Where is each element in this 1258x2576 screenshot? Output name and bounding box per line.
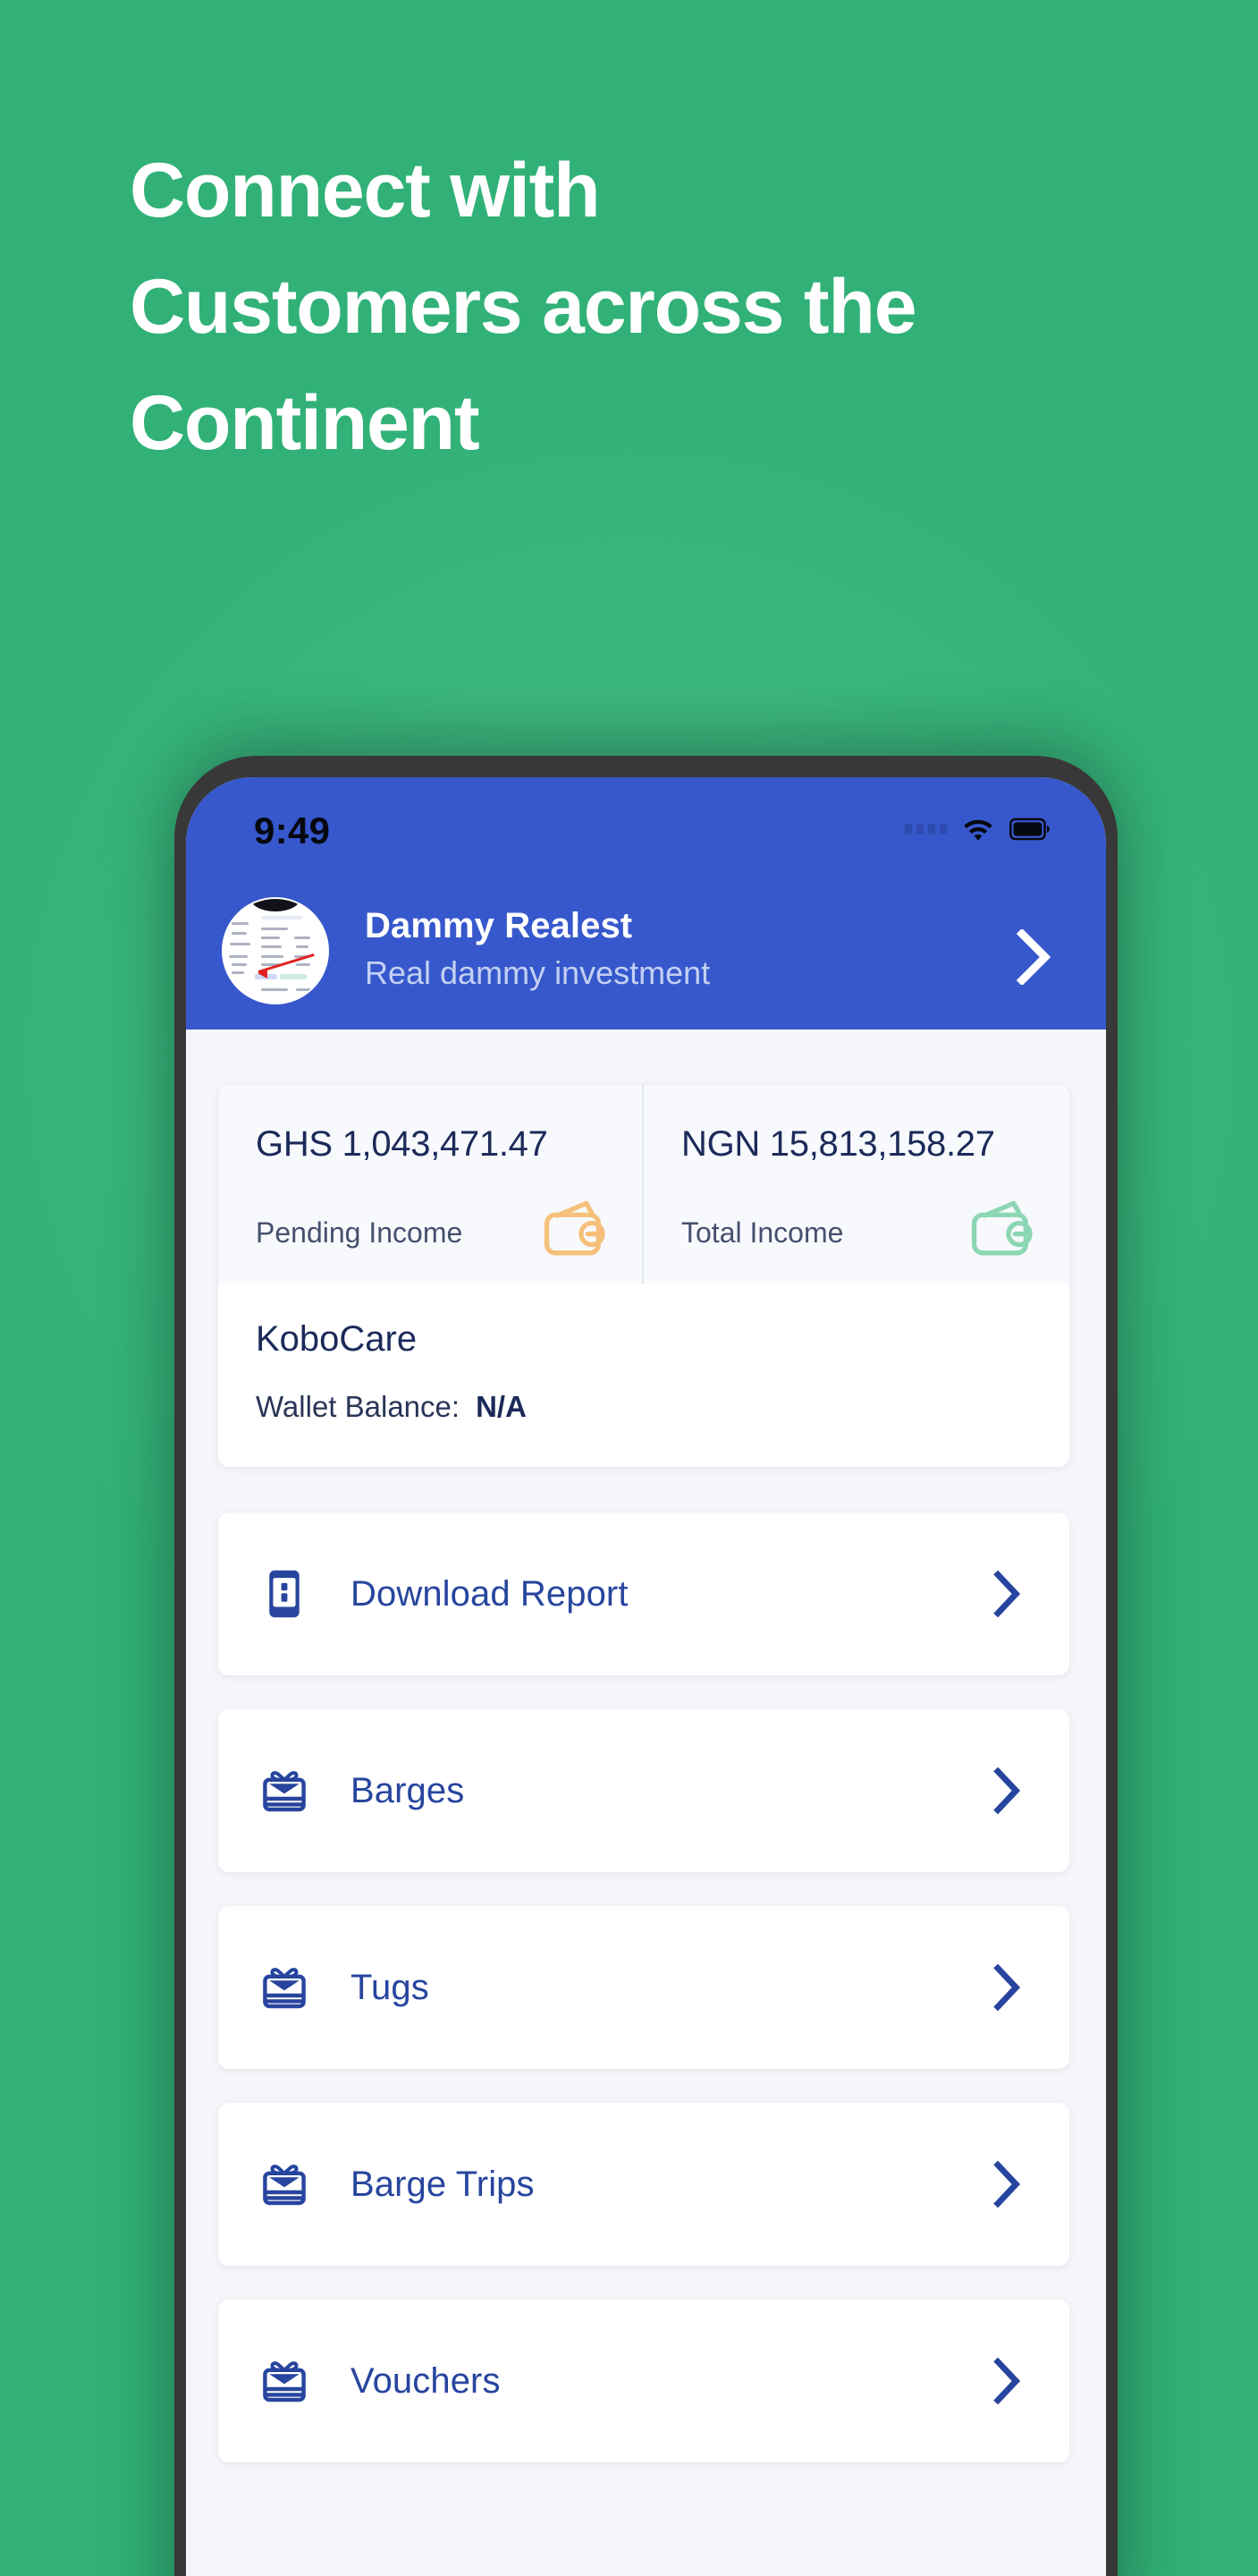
pending-income-cell[interactable]: GHS 1,043,471.47 Pending Income (218, 1085, 644, 1284)
gift-voucher-icon (261, 1965, 308, 2010)
mobile-report-icon (261, 1568, 308, 1620)
chevron-right-icon[interactable] (1013, 929, 1056, 985)
menu-item-tugs[interactable]: Tugs (218, 1906, 1069, 2069)
chevron-right-icon[interactable] (991, 1964, 1023, 2011)
kobocare-title: KoboCare (256, 1319, 418, 1359)
status-bar-icons (905, 816, 1051, 843)
wallet-icon (544, 1200, 605, 1256)
wallet-balance-value: N/A (476, 1390, 527, 1423)
kobocare-section: KoboCare Wallet Balance: N/A (218, 1284, 1069, 1467)
total-income-amount: NGN 15,813,158.27 (681, 1124, 995, 1164)
menu-item-label: Vouchers (350, 2360, 501, 2401)
gift-voucher-icon (261, 2162, 308, 2207)
phone-screen: 9:49 Dammy Realest Real dammy investment… (186, 777, 1106, 2576)
signal-dots-icon (905, 824, 947, 835)
gift-voucher-icon (261, 2359, 308, 2403)
phone-device-frame: 9:49 Dammy Realest Real dammy investment… (174, 756, 1118, 2576)
gift-voucher-icon (261, 1768, 308, 1813)
chevron-right-icon[interactable] (991, 2161, 1023, 2207)
menu-item-label: Tugs (350, 1967, 429, 2007)
wallet-balance-label: Wallet Balance: (256, 1390, 460, 1423)
dashboard-body: GHS 1,043,471.47 Pending Income NGN 15,8… (186, 1030, 1106, 2576)
menu-item-label: Barge Trips (350, 2164, 535, 2204)
profile-subtitle: Real dammy investment (365, 954, 711, 991)
battery-full-icon (1009, 818, 1050, 841)
kobocare-balance-row: Wallet Balance: N/A (256, 1390, 1032, 1424)
menu-item-barge-trips[interactable]: Barge Trips (218, 2103, 1069, 2266)
headline-line-1: Connect with (130, 148, 601, 233)
income-row: GHS 1,043,471.47 Pending Income NGN 15,8… (218, 1085, 1069, 1284)
menu-item-barges[interactable]: Barges (218, 1709, 1069, 1872)
menu-item-vouchers[interactable]: Vouchers (218, 2300, 1069, 2462)
income-summary-card: GHS 1,043,471.47 Pending Income NGN 15,8… (218, 1085, 1069, 1467)
menu-item-label: Barges (350, 1770, 465, 1810)
menu-list: Download Report Barges Tugs Barge Trips … (218, 1513, 1069, 2496)
wallet-icon (971, 1200, 1033, 1256)
chevron-right-icon[interactable] (991, 2358, 1023, 2404)
promo-screenshot: Connect with Customers across the Contin… (0, 0, 1258, 2576)
menu-item-download-report[interactable]: Download Report (218, 1513, 1069, 1675)
chevron-right-icon[interactable] (991, 1571, 1023, 1617)
profile-name: Dammy Realest (365, 906, 633, 945)
profile-header[interactable]: Dammy Realest Real dammy investment (186, 883, 1106, 1030)
total-income-cell[interactable]: NGN 15,813,158.27 Total Income (644, 1085, 1069, 1284)
status-bar: 9:49 (186, 777, 1106, 883)
avatar-image (224, 899, 327, 1003)
profile-text-block: Dammy Realest Real dammy investment (365, 902, 710, 996)
status-bar-clock: 9:49 (254, 809, 331, 852)
headline-line-3: Continent (130, 380, 480, 466)
menu-item-label: Download Report (350, 1573, 629, 1614)
chevron-right-icon[interactable] (991, 1767, 1023, 1814)
headline-line-2: Customers across the (130, 264, 917, 350)
pending-income-amount: GHS 1,043,471.47 (256, 1124, 548, 1164)
marketing-headline: Connect with Customers across the Contin… (130, 132, 1113, 481)
wifi-icon (964, 819, 992, 841)
avatar[interactable] (222, 897, 329, 1004)
